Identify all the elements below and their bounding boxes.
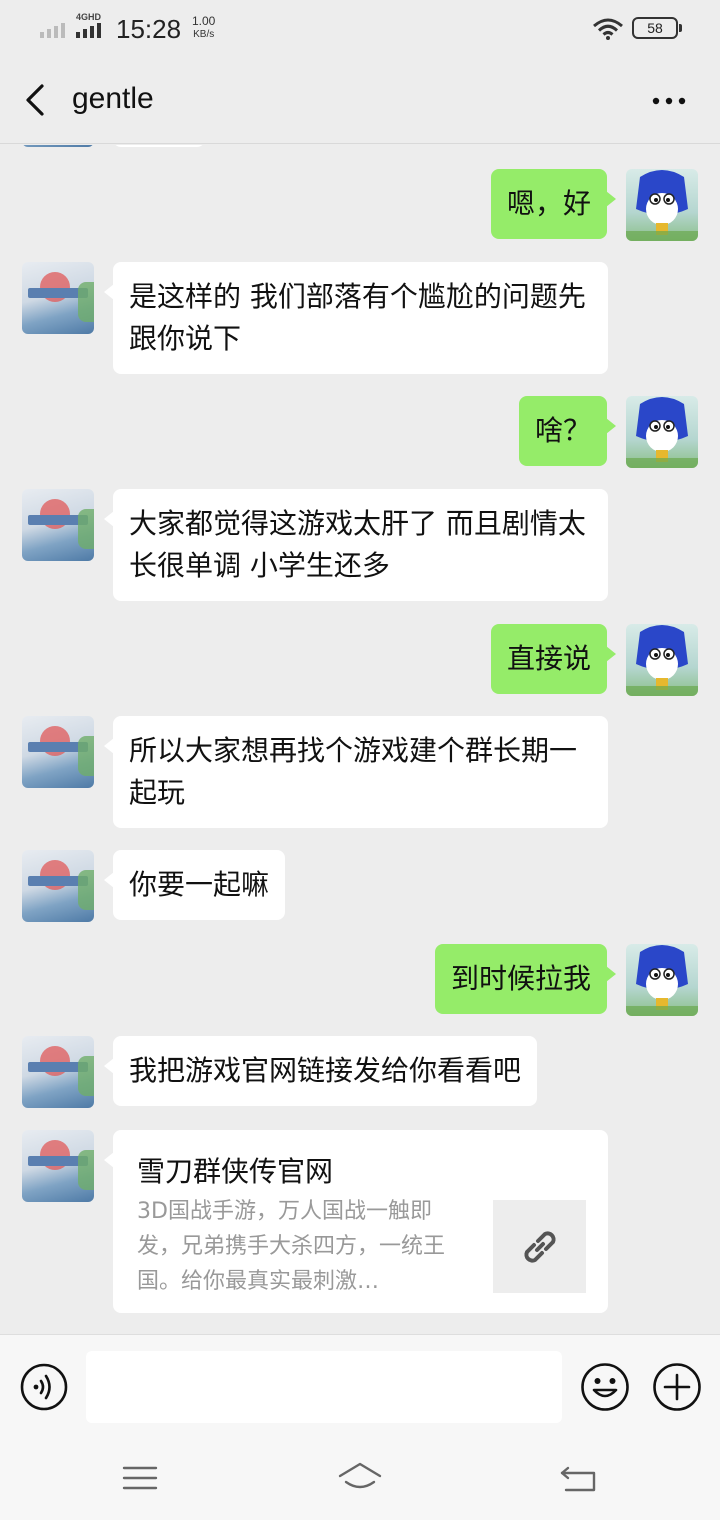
system-navigation-bar (0, 1438, 720, 1520)
message-bubble-incoming[interactable]: 我把游戏官网链接发给你看看吧 (103, 1036, 538, 1106)
contact-avatar[interactable] (22, 1130, 94, 1202)
message-bubble-incoming[interactable]: 你要一起嘛 (103, 850, 286, 920)
contact-avatar[interactable] (22, 489, 94, 561)
message-bubble-incoming[interactable]: 是这样的 我们部落有个尴尬的问题先跟你说下 (104, 262, 608, 374)
contact-avatar[interactable] (22, 716, 94, 788)
link-icon (524, 1231, 556, 1263)
link-card-title: 雪刀群侠传官网 (137, 1155, 334, 1188)
input-bar (0, 1334, 720, 1438)
message-bubble-outgoing[interactable]: 到时候拉我 (434, 944, 617, 1014)
my-avatar[interactable] (626, 396, 698, 468)
message-bubble-incoming[interactable]: 大家都觉得这游戏太肝了 而且剧情太长很单调 小学生还多 (104, 489, 608, 601)
my-avatar[interactable] (626, 944, 698, 1016)
message-bubble-partial (113, 145, 205, 147)
emoji-icon[interactable] (580, 1362, 630, 1412)
wifi-icon (593, 18, 623, 40)
speed-unit: KB/s (193, 29, 215, 40)
chat-header: gentle (0, 58, 720, 144)
menu-icon[interactable] (120, 1462, 160, 1494)
voice-icon[interactable] (20, 1363, 68, 1411)
cartoon-bunny-icon (626, 625, 698, 696)
cartoon-bunny-icon (626, 170, 698, 241)
my-avatar[interactable] (626, 169, 698, 241)
network-type-label: 4GHD (76, 12, 102, 22)
status-bar: 4GHD 15:28 1.00 KB/s 58 (0, 0, 720, 58)
cartoon-bunny-icon (626, 397, 698, 468)
plus-icon[interactable] (652, 1362, 702, 1412)
contact-avatar[interactable] (22, 850, 94, 922)
back-icon[interactable] (558, 1460, 600, 1496)
link-card-description: 3D国战手游，万人国战一触即发，兄弟携手大杀四方，一统王国。给你最真实最刺激… (137, 1199, 446, 1294)
link-card-thumbnail (493, 1200, 586, 1293)
contact-avatar[interactable] (22, 145, 94, 147)
chat-title: gentle (72, 82, 154, 115)
home-icon[interactable] (336, 1460, 384, 1496)
contact-avatar[interactable] (22, 262, 94, 334)
message-bubble-incoming[interactable]: 所以大家想再找个游戏建个群长期一起玩 (104, 716, 608, 828)
message-bubble-outgoing[interactable]: 直接说 (490, 624, 617, 694)
network-speed: 1.00 KB/s (192, 15, 215, 41)
message-list[interactable]: 嗯，好 是这样的 我们部落有个尴尬的问题先跟你说下 啥？ 大家都觉得这游戏太肝了… (0, 145, 720, 1335)
cartoon-bunny-icon (626, 945, 698, 1016)
back-arrow-icon[interactable] (20, 80, 52, 120)
clock: 15:28 (116, 14, 182, 44)
message-bubble-outgoing[interactable]: 啥？ (518, 396, 617, 466)
my-avatar[interactable] (626, 624, 698, 696)
speed-value: 1.00 (192, 14, 216, 28)
link-card[interactable]: 雪刀群侠传官网 3D国战手游，万人国战一触即发，兄弟携手大杀四方，一统王国。给你… (104, 1130, 608, 1313)
contact-avatar[interactable] (22, 1036, 94, 1108)
message-input[interactable] (86, 1351, 562, 1423)
message-bubble-outgoing[interactable]: 嗯，好 (490, 169, 617, 239)
more-options-icon[interactable] (650, 86, 690, 116)
battery-indicator: 58 (632, 17, 682, 39)
